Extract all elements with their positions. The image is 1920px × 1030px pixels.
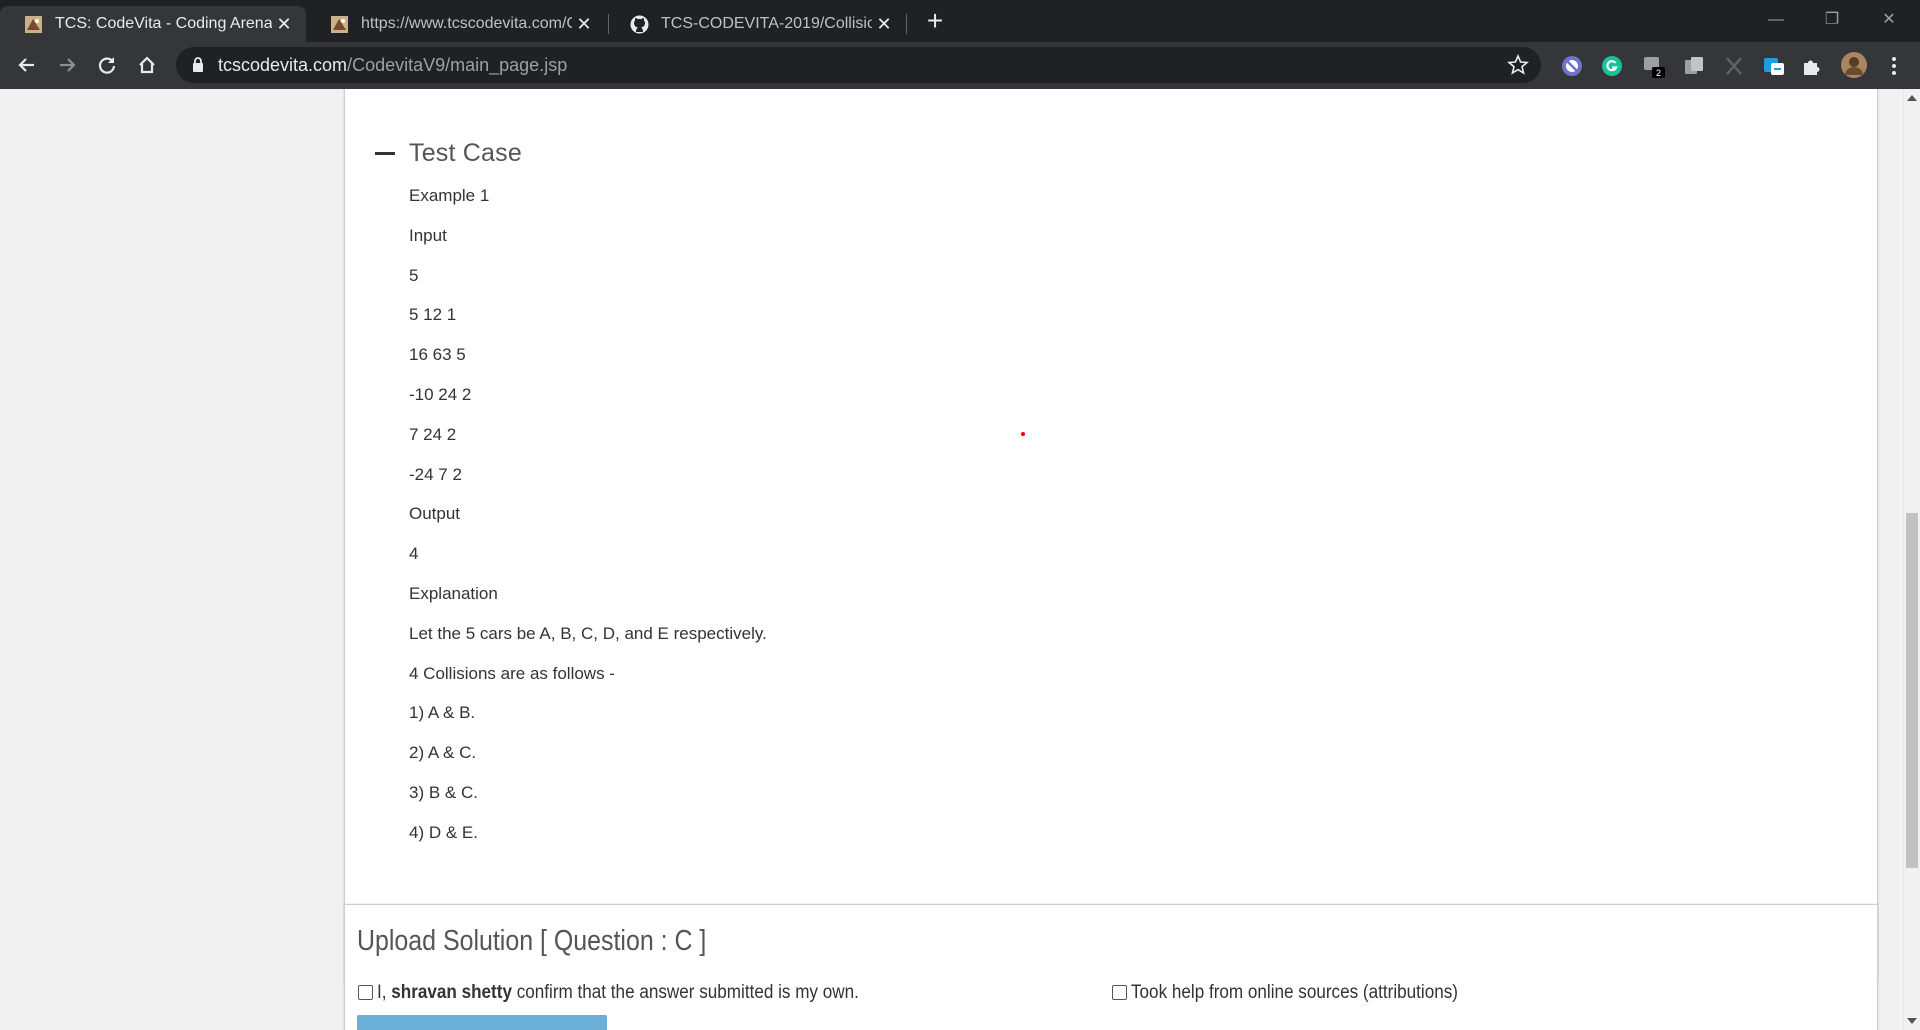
vertical-scrollbar[interactable] (1903, 89, 1920, 1030)
codevita-favicon-icon (25, 15, 42, 33)
section-title: Test Case (409, 139, 522, 167)
back-button[interactable] (12, 50, 42, 80)
back-arrow-icon (18, 58, 34, 72)
test-case-line: 4) D & E. (409, 823, 478, 842)
question-panel: Test Case Example 1 Input 5 5 12 1 16 63 5 -1… (344, 89, 1878, 983)
test-case-line: 7 24 2 (409, 425, 457, 444)
tab-github-collision[interactable]: TCS-CODEVITA-2019/Collision_C ✕ (606, 6, 906, 42)
url-text: tcscodevita.com/CodevitaV9/main_page.jsp (218, 55, 567, 76)
tab-title: https://www.tcscodevita.com/Co (361, 15, 572, 32)
page-viewport: Test Case Example 1 Input 5 5 12 1 16 63 5 -1… (0, 89, 1903, 1030)
test-case-line: Input (409, 226, 447, 245)
test-case-line: 2) A & C. (409, 743, 477, 762)
upload-button[interactable] (357, 1015, 607, 1030)
tab-separator (906, 14, 907, 34)
upload-title: Upload Solution [ Question : C ] (357, 925, 707, 957)
upload-panel: Upload Solution [ Question : C ] I, shra… (344, 904, 1878, 1030)
test-case-line: Let the 5 cars be A, B, C, D, and E resp… (409, 624, 767, 643)
copy-extension-icon[interactable] (1682, 54, 1706, 78)
tab-codevita-url[interactable]: https://www.tcscodevita.com/Co ✕ (306, 6, 606, 42)
tab-close-icon[interactable]: ✕ (872, 14, 896, 35)
menu-kebab-icon[interactable] (1882, 54, 1906, 78)
tab-title: TCS-CODEVITA-2019/Collision_C (661, 15, 872, 32)
test-case-line: -24 7 2 (409, 465, 462, 484)
tab-strip: TCS: CodeVita - Coding Arena ✕ https://w… (0, 0, 1920, 42)
badge-extension-icon[interactable]: 2 (1642, 54, 1666, 78)
confirm-checkbox[interactable] (358, 985, 373, 1000)
reload-button[interactable] (92, 50, 122, 80)
tab-close-icon[interactable]: ✕ (572, 14, 596, 35)
test-case-line: 16 63 5 (409, 345, 466, 364)
help-label: Took help from online sources (attributi… (1131, 982, 1458, 1003)
address-bar[interactable]: tcscodevita.com/CodevitaV9/main_page.jsp (176, 47, 1541, 83)
test-case-toggle[interactable]: Test Case (375, 139, 522, 168)
test-case-line: Example 1 (409, 186, 490, 205)
confirm-label: I, shravan shetty confirm that the answe… (377, 982, 859, 1004)
forward-button[interactable] (52, 50, 82, 80)
reload-icon (98, 57, 116, 74)
tab-title: TCS: CodeVita - Coding Arena (55, 15, 272, 32)
home-button[interactable] (132, 50, 162, 80)
tab-close-icon[interactable]: ✕ (272, 14, 296, 35)
test-case-line: 4 (409, 544, 419, 563)
scroll-down-arrow-icon[interactable] (1907, 1018, 1917, 1024)
close-window-button[interactable]: ✕ (1866, 4, 1912, 36)
cursor-dot (1021, 432, 1025, 436)
collapse-minus-icon[interactable] (375, 152, 395, 155)
confirm-prefix: I, (377, 982, 392, 1003)
minimize-button[interactable]: — (1753, 4, 1799, 36)
url-path: /CodevitaV9/main_page.jsp (347, 55, 568, 75)
test-case-line: 4 Collisions are as follows - (409, 664, 615, 683)
puzzle-icon[interactable] (1800, 54, 1824, 78)
restore-button[interactable]: ❐ (1809, 4, 1855, 36)
new-tab-button[interactable]: + (920, 7, 950, 37)
tab-codevita-arena[interactable]: TCS: CodeVita - Coding Arena ✕ (0, 6, 306, 42)
test-case-line: 3) B & C. (409, 783, 478, 802)
test-case-line: 5 12 1 (409, 305, 457, 324)
grammarly-icon[interactable] (1600, 54, 1624, 78)
lock-icon (193, 57, 203, 72)
github-icon (630, 15, 649, 33)
bookmark-star-icon[interactable] (1507, 54, 1529, 76)
disabled-extension-icon[interactable] (1722, 54, 1746, 78)
test-case-line: -10 24 2 (409, 385, 472, 404)
test-case-line: Explanation (409, 584, 498, 603)
browser-toolbar: tcscodevita.com/CodevitaV9/main_page.jsp… (0, 42, 1920, 89)
test-case-line: 5 (409, 266, 419, 285)
url-host: tcscodevita.com (218, 55, 348, 75)
test-case-line: Output (409, 504, 461, 523)
translate-extension-icon[interactable] (1762, 54, 1786, 78)
forward-arrow-icon (60, 58, 76, 72)
user-name: shravan shetty (391, 982, 512, 1003)
scroll-up-arrow-icon[interactable] (1907, 95, 1917, 101)
test-case-line: 1) A & B. (409, 703, 476, 722)
profile-avatar[interactable] (1840, 51, 1868, 79)
extension-badge-count: 2 (1656, 68, 1661, 78)
privacy-extension-icon[interactable] (1560, 54, 1584, 78)
scrollbar-thumb[interactable] (1906, 513, 1918, 868)
help-checkbox[interactable] (1112, 985, 1127, 1000)
confirm-suffix: confirm that the answer submitted is my … (511, 982, 859, 1003)
home-icon (139, 56, 155, 74)
codevita-favicon-icon (331, 15, 348, 33)
